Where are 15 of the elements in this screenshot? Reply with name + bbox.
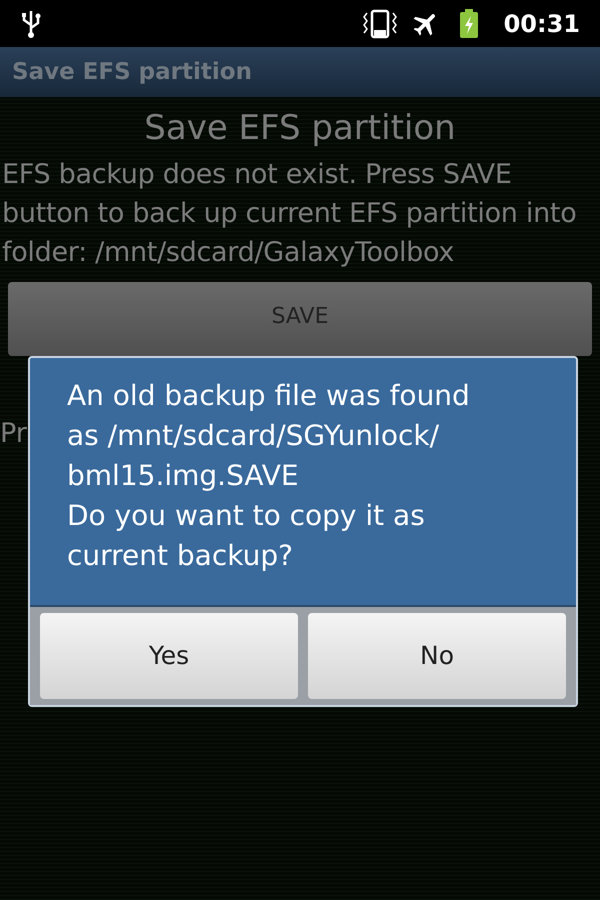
dialog-message: current backup? [67, 538, 294, 574]
battery-charging-icon [458, 8, 480, 40]
dialog-message: An old backup file was found [67, 378, 471, 414]
dialog-message: as /mnt/sdcard/SGYunlock/ [67, 418, 440, 454]
dialog-button[interactable]: Yes [40, 613, 298, 699]
status-time: 00:31 [504, 8, 580, 40]
vibrate-icon [362, 8, 398, 38]
dialog-message: Do you want to copy it as [67, 498, 426, 534]
page-heading: Save EFS partition [143, 107, 457, 150]
info-message: EFS backup does not exist. Press SAVE button to back up current EFS partition into folder: /mnt/sdcard/GalaxyToolbox [1, 158, 578, 270]
dialog-message: bml15.img.SAVE [67, 458, 300, 494]
window-title: Save EFS partition [12, 58, 252, 87]
text-fragment: Pr [0, 417, 28, 451]
dialog-button[interactable]: No [308, 613, 566, 699]
usb-icon [20, 8, 42, 38]
